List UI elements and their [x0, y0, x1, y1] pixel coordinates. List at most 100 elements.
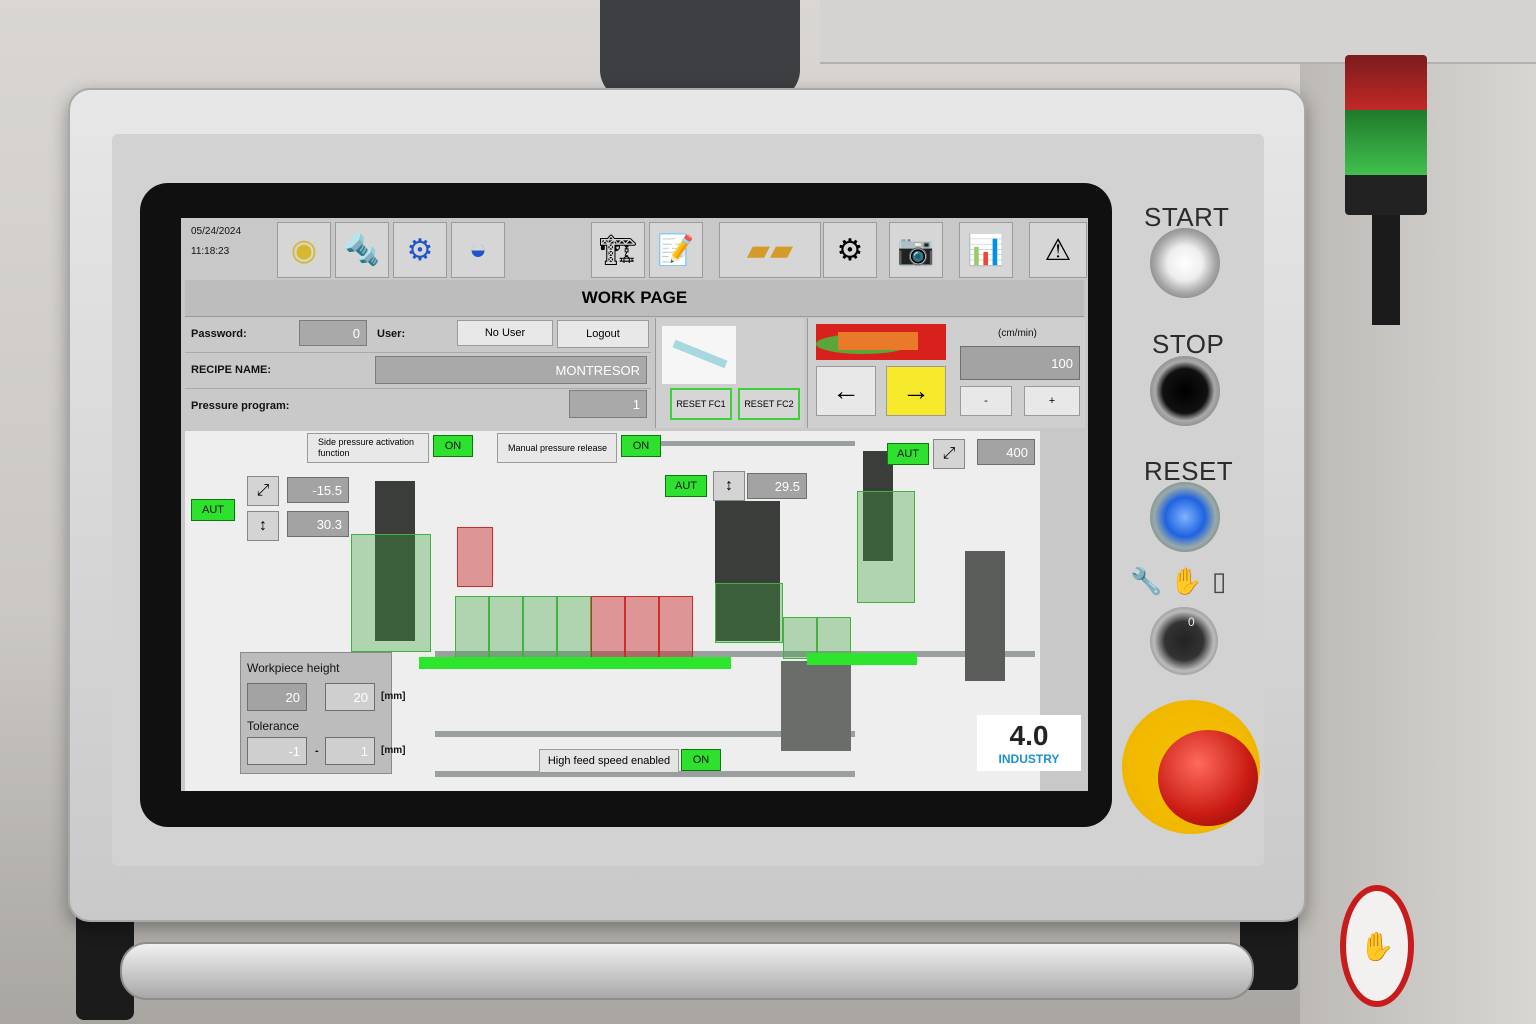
center-press-highlight	[715, 583, 783, 643]
panel-sheet-icon	[672, 339, 728, 369]
speed-panel: (cm/min) 100 ← → - +	[807, 318, 1085, 428]
aut-center-button[interactable]: AUT	[665, 475, 707, 497]
stack-light-green	[1345, 110, 1427, 175]
spinner-icon[interactable]: ◒	[451, 222, 505, 278]
vertical-arrow-icon[interactable]: ↕	[247, 511, 279, 541]
industry-4-logo: 4.0 INDUSTRY	[977, 715, 1081, 771]
lower-drive-unit	[781, 661, 851, 751]
wrench-icon: 🔧	[1130, 566, 1163, 596]
roller-3	[523, 596, 557, 658]
high-feed-label: High feed speed enabled	[539, 749, 679, 773]
user-display: No User	[457, 320, 553, 346]
tool-icon[interactable]: 🔩	[335, 222, 389, 278]
gear-badge-icon[interactable]: ⚙	[393, 222, 447, 278]
time-display: 11:18:23	[191, 246, 230, 257]
roller-7-alarm	[659, 596, 693, 658]
reset-fc1-button[interactable]: RESET FC1	[670, 388, 732, 420]
far-right-motor	[965, 551, 1005, 681]
value-field-d[interactable]: 400	[977, 439, 1035, 465]
workpiece-height-label: Workpiece height	[247, 661, 340, 675]
aut-right-button[interactable]: AUT	[887, 443, 929, 465]
wood-icon[interactable]: ▰▰	[719, 222, 821, 278]
workpiece-panel: Workpiece height 20 20 [mm] Tolerance -1…	[240, 652, 405, 774]
hand-icon: ✋	[1170, 566, 1203, 596]
logo-number: 4.0	[1009, 720, 1049, 751]
start-button[interactable]	[1150, 228, 1220, 298]
manual-pressure-label: Manual pressure release	[497, 433, 617, 463]
password-row: Password: 0 User: No User Logout	[185, 318, 651, 353]
roller-6-alarm	[625, 596, 659, 658]
reset-fc2-button[interactable]: RESET FC2	[738, 388, 800, 420]
speed-plus-button[interactable]: +	[1024, 386, 1080, 416]
speed-unit-label: (cm/min)	[998, 328, 1037, 339]
speed-minus-button[interactable]: -	[960, 386, 1012, 416]
reset-button[interactable]	[1150, 482, 1220, 552]
manual-pressure-toggle[interactable]: ON	[621, 435, 661, 457]
mm-unit-label: [mm]	[381, 691, 406, 702]
user-label: User:	[377, 328, 406, 340]
password-label: Password:	[191, 328, 247, 340]
machine-icon[interactable]: 🏗	[591, 222, 645, 278]
no-hands-sign-icon: ✋	[1340, 885, 1414, 1007]
settings-icon[interactable]: ⚙	[823, 222, 877, 278]
door-icon: ▯	[1212, 566, 1227, 596]
roller-4	[557, 596, 591, 658]
emergency-stop-button[interactable]	[1158, 730, 1258, 826]
recipe-label: RECIPE NAME:	[191, 364, 272, 376]
side-pressure-label: Side pressure activation function	[307, 433, 429, 463]
frame-rail-top	[655, 441, 855, 446]
chart-icon[interactable]: 📊	[959, 222, 1013, 278]
stack-light	[1345, 55, 1427, 215]
page-title: WORK PAGE	[185, 280, 1084, 317]
tolerance-separator: -	[315, 745, 319, 757]
diagonal-arrow-icon[interactable]: ⤢	[933, 439, 965, 469]
overhead-rail	[820, 0, 1536, 64]
logo-text: INDUSTRY	[998, 752, 1060, 766]
high-feed-toggle[interactable]: ON	[681, 749, 721, 771]
stack-light-pole	[1372, 215, 1400, 325]
form-area: Password: 0 User: No User Logout RECIPE …	[185, 318, 651, 428]
stack-light-base	[1345, 175, 1427, 215]
panel-handle[interactable]	[120, 942, 1254, 1000]
recipe-row: RECIPE NAME: MONTRESOR	[185, 354, 651, 389]
pressure-field[interactable]: 1	[569, 390, 647, 418]
tolerance-label: Tolerance	[247, 719, 300, 733]
logout-button[interactable]: Logout	[557, 320, 649, 348]
mm-unit-label: [mm]	[381, 745, 406, 756]
value-field-b[interactable]: 30.3	[287, 511, 349, 537]
conveyor-belt-left	[419, 657, 731, 669]
pressure-row: Pressure program: 1	[185, 390, 651, 424]
feed-direction-graphic	[816, 324, 946, 360]
arrow-left-button[interactable]: ←	[816, 366, 876, 416]
diagonal-arrow-icon[interactable]: ⤢	[247, 476, 279, 506]
ring-part-icon[interactable]: ◉	[277, 222, 331, 278]
motor-alarm-highlight	[457, 527, 493, 587]
pressure-label: Pressure program:	[191, 400, 290, 412]
tolerance-field-max[interactable]: 1	[325, 737, 375, 765]
stop-button[interactable]	[1150, 356, 1220, 426]
password-field[interactable]: 0	[299, 320, 367, 346]
speed-field[interactable]: 100	[960, 346, 1080, 380]
value-field-c[interactable]: 29.5	[747, 473, 807, 499]
hmi-screen: 05/24/2024 11:18:23 ◉ 🔩 ⚙ ◒ 🏗 📝 ▰▰ ⚙ 📷 📊…	[181, 218, 1088, 791]
right-motor-highlight	[857, 491, 915, 603]
arrow-right-button[interactable]: →	[886, 366, 946, 416]
workpiece-height-field-b: 20	[325, 683, 375, 711]
key-position-label: 0	[1188, 615, 1195, 629]
recipe-field[interactable]: MONTRESOR	[375, 356, 647, 384]
value-field-a[interactable]: -15.5	[287, 477, 349, 503]
camera-icon[interactable]: 📷	[889, 222, 943, 278]
workpiece-height-field-a[interactable]: 20	[247, 683, 307, 711]
fc-panel: RESET FC1 RESET FC2	[655, 318, 804, 428]
key-selector-switch[interactable]	[1150, 607, 1218, 675]
vertical-arrow-icon[interactable]: ↕	[713, 471, 745, 501]
stack-light-red	[1345, 55, 1427, 110]
edit-icon[interactable]: 📝	[649, 222, 703, 278]
side-pressure-toggle[interactable]: ON	[433, 435, 473, 457]
conveyor-belt-right	[807, 653, 917, 665]
date-display: 05/24/2024	[191, 226, 242, 237]
aut-left-button[interactable]: AUT	[191, 499, 235, 521]
tolerance-field-min[interactable]: -1	[247, 737, 307, 765]
workpiece-preview	[662, 326, 736, 384]
warning-icon[interactable]: ⚠	[1029, 222, 1087, 278]
